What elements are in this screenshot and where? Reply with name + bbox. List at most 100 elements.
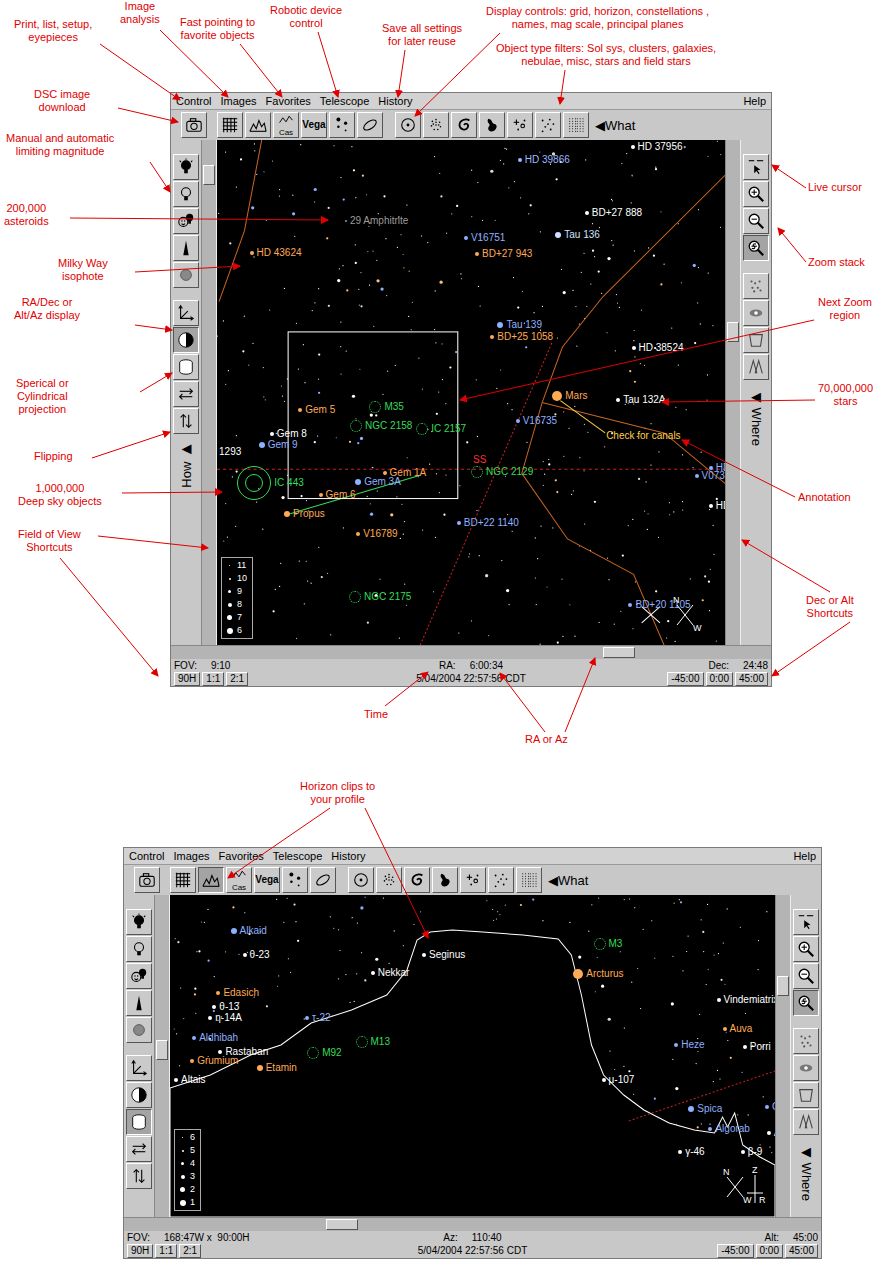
sky-object[interactable]: Altais	[174, 1074, 205, 1086]
sky-object[interactable]: Gem 6	[319, 489, 356, 501]
filt2-button[interactable]	[743, 300, 769, 326]
cylinder-button[interactable]	[173, 354, 199, 380]
alt-scrollbar[interactable]	[775, 895, 791, 1217]
sky-object[interactable]: HD 39866	[518, 154, 570, 166]
bulbdim-button[interactable]	[126, 936, 152, 962]
sky-object[interactable]: Gem 3A	[355, 476, 401, 488]
sky-object[interactable]: G	[765, 1101, 775, 1113]
menu-item[interactable]: Images	[220, 95, 256, 107]
zoomout-button[interactable]	[743, 208, 769, 234]
cluster-button[interactable]	[376, 867, 402, 893]
grid-button[interactable]	[170, 867, 196, 893]
flipv-button[interactable]	[173, 408, 199, 434]
sky-object[interactable]: NGC 2175	[349, 591, 411, 603]
sky-object[interactable]: η-14A	[208, 1012, 242, 1024]
sky-object[interactable]: M13	[356, 1036, 390, 1048]
sky-object[interactable]: Tau 136	[555, 229, 600, 241]
sky-object[interactable]: μ-107	[602, 1074, 635, 1086]
sky-object[interactable]: HD 43624	[250, 247, 302, 259]
sky-object[interactable]: V16789	[356, 528, 397, 540]
sky-object[interactable]: BD+27 888	[585, 207, 642, 219]
fov-shortcut[interactable]: 1:1	[155, 1244, 177, 1258]
scroll-thumb[interactable]	[203, 165, 215, 185]
bulb-button[interactable]	[173, 154, 199, 180]
zoomin-button[interactable]	[743, 181, 769, 207]
filt1-button[interactable]	[743, 273, 769, 299]
bulb-button[interactable]	[126, 909, 152, 935]
zoomout-button[interactable]	[793, 963, 819, 989]
stars-button[interactable]	[488, 867, 514, 893]
sky-object[interactable]: Tau 139	[497, 319, 542, 331]
misc-button[interactable]	[460, 867, 486, 893]
menu-item[interactable]: Control	[176, 95, 211, 107]
bulbdim-button[interactable]	[173, 181, 199, 207]
grid-button[interactable]	[217, 112, 243, 138]
fov-shortcut[interactable]: 2:1	[179, 1244, 201, 1258]
sky-object[interactable]: Spica	[688, 1103, 722, 1115]
scroll-thumb[interactable]	[156, 1040, 168, 1060]
menu-item[interactable]: Favorites	[266, 95, 311, 107]
bulbface-button[interactable]	[173, 208, 199, 234]
bulbface-button[interactable]	[126, 963, 152, 989]
alt-shortcut[interactable]: -45:00	[667, 672, 703, 686]
ring-button[interactable]	[173, 262, 199, 288]
scroll-thumb[interactable]	[326, 1219, 358, 1230]
stars-button[interactable]	[535, 112, 561, 138]
scroll-thumb[interactable]	[603, 647, 635, 658]
misc-button[interactable]	[507, 112, 533, 138]
sky-object[interactable]: NGC 2129	[471, 466, 533, 478]
fov-shortcut[interactable]: 90H	[127, 1244, 153, 1258]
sky-object[interactable]: Porri	[743, 1041, 771, 1053]
tower-button[interactable]	[126, 990, 152, 1016]
zoomstack-button[interactable]	[793, 990, 819, 1016]
planes-button[interactable]	[357, 112, 383, 138]
solsys-button[interactable]	[348, 867, 374, 893]
field-button[interactable]	[516, 867, 542, 893]
fov-shortcut[interactable]: 1:1	[202, 672, 224, 686]
sky-object[interactable]: Seginus	[422, 949, 465, 961]
help-menu[interactable]: Help	[793, 850, 816, 862]
sky-object[interactable]: HD 38524	[632, 342, 684, 354]
scroll-thumb[interactable]	[777, 976, 789, 996]
sky-object[interactable]: A	[767, 1127, 775, 1139]
dec-scrollbar[interactable]	[201, 140, 217, 645]
ring-button[interactable]	[126, 1017, 152, 1043]
sky-object[interactable]: θ-23	[243, 949, 270, 961]
sky-object[interactable]: SS	[473, 454, 486, 466]
cursor-button[interactable]	[743, 154, 769, 180]
filt2-button[interactable]	[793, 1055, 819, 1081]
sky-object[interactable]: BD+25 1058	[490, 331, 553, 343]
sky-object[interactable]: Algorab	[708, 1123, 749, 1135]
what-toggle[interactable]: ◀What	[595, 118, 635, 133]
fliph-button[interactable]	[173, 381, 199, 407]
camera-button[interactable]	[134, 867, 160, 893]
sky-object[interactable]: Alkaid	[231, 925, 267, 937]
sphere-button[interactable]	[126, 1082, 152, 1108]
where-toggle[interactable]: ◀ Where	[749, 389, 764, 446]
sky-object[interactable]: Propus	[284, 508, 325, 520]
help-menu[interactable]: Help	[743, 95, 766, 107]
flipv-button[interactable]	[126, 1163, 152, 1189]
sky-object[interactable]: Arcturus	[573, 968, 623, 980]
filt1-button[interactable]	[793, 1028, 819, 1054]
sky-object[interactable]: M92	[307, 1047, 341, 1059]
sky-object[interactable]: M35	[369, 401, 403, 413]
sky-object[interactable]: 29 Amphitrite	[345, 215, 408, 227]
alt-shortcut[interactable]: 45:00	[735, 672, 768, 686]
sky-object[interactable]: Nekkar	[371, 967, 410, 979]
filt4-button[interactable]	[743, 354, 769, 380]
menu-item[interactable]: History	[331, 850, 365, 862]
dec-scrollbar[interactable]	[154, 895, 170, 1217]
menu-item[interactable]: Images	[173, 850, 209, 862]
sky-object[interactable]: Edasich	[216, 987, 259, 999]
horizon-button[interactable]	[245, 112, 271, 138]
sky-object[interactable]: BD+27 943	[475, 248, 532, 260]
zoomstack-button[interactable]	[743, 235, 769, 261]
cluster-button[interactable]	[423, 112, 449, 138]
sky-object[interactable]: Mars	[552, 390, 587, 402]
sky-object[interactable]: M3	[594, 938, 623, 950]
alt-shortcut[interactable]: 45:00	[785, 1244, 818, 1258]
cons-button[interactable]: Cas	[226, 867, 252, 893]
nebula-button[interactable]	[432, 867, 458, 893]
names-button[interactable]: Vega	[301, 112, 327, 138]
